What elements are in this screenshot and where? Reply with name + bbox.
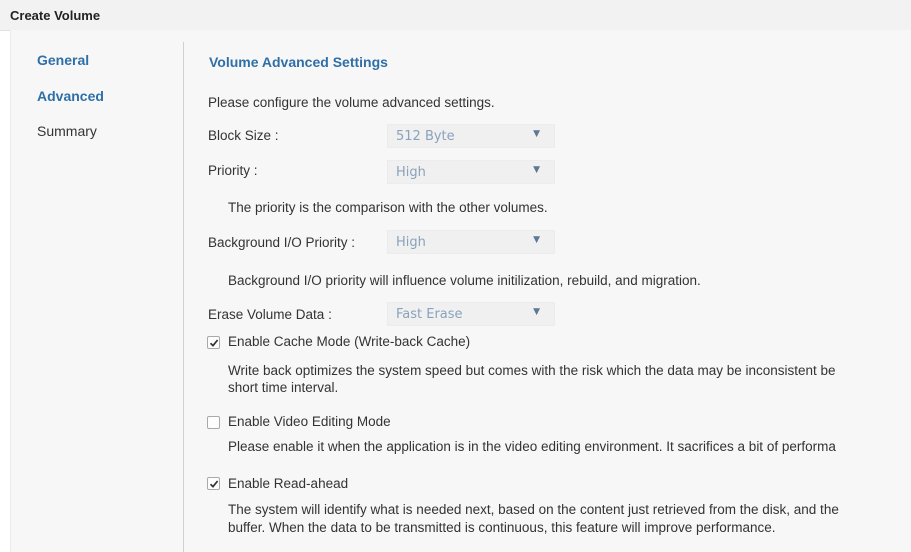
erase-label: Erase Volume Data : xyxy=(208,307,332,322)
video-mode-checkbox[interactable] xyxy=(207,416,220,429)
block-size-value: 512 Byte xyxy=(396,129,455,144)
nav-divider xyxy=(183,42,184,552)
erase-select[interactable]: Fast Erase ▼ xyxy=(387,302,555,326)
priority-value: High xyxy=(396,165,426,180)
block-size-label: Block Size : xyxy=(208,128,279,143)
checkmark-icon xyxy=(209,339,219,347)
section-heading: Volume Advanced Settings xyxy=(209,54,388,70)
bg-priority-value: High xyxy=(396,235,426,250)
wizard-panel: General Advanced Summary Volume Advanced… xyxy=(10,30,911,552)
bg-priority-label: Background I/O Priority : xyxy=(208,235,356,250)
priority-hint: The priority is the comparison with the … xyxy=(228,200,548,215)
dialog-title-bar: Create Volume xyxy=(0,0,911,31)
nav-item-summary[interactable]: Summary xyxy=(37,123,97,139)
priority-select[interactable]: High ▼ xyxy=(387,160,555,184)
chevron-down-icon: ▼ xyxy=(533,129,540,139)
read-ahead-desc-line1: The system will identify what is needed … xyxy=(228,502,839,517)
cache-mode-desc-line1: Write back optimizes the system speed bu… xyxy=(228,363,836,378)
erase-value: Fast Erase xyxy=(396,307,463,322)
bg-priority-select[interactable]: High ▼ xyxy=(387,230,555,254)
chevron-down-icon: ▼ xyxy=(533,307,540,317)
video-mode-label[interactable]: Enable Video Editing Mode xyxy=(228,414,391,429)
video-mode-desc: Please enable it when the application is… xyxy=(228,439,836,454)
read-ahead-checkbox[interactable] xyxy=(207,477,220,490)
cache-mode-checkbox[interactable] xyxy=(207,336,220,349)
cache-mode-desc-line2: short time interval. xyxy=(228,380,339,395)
priority-label: Priority : xyxy=(208,163,258,178)
block-size-select[interactable]: 512 Byte ▼ xyxy=(387,124,555,148)
nav-item-advanced[interactable]: Advanced xyxy=(37,88,104,104)
read-ahead-label[interactable]: Enable Read-ahead xyxy=(228,476,348,491)
dialog-title: Create Volume xyxy=(10,8,101,23)
chevron-down-icon: ▼ xyxy=(533,165,540,175)
cache-mode-label[interactable]: Enable Cache Mode (Write-back Cache) xyxy=(228,334,470,349)
chevron-down-icon: ▼ xyxy=(533,235,540,245)
intro-text: Please configure the volume advanced set… xyxy=(208,95,495,110)
nav-item-general[interactable]: General xyxy=(37,52,89,68)
bg-priority-hint: Background I/O priority will influence v… xyxy=(228,273,701,288)
read-ahead-desc-line2: buffer. When the data to be transmitted … xyxy=(228,520,776,535)
checkmark-icon xyxy=(209,480,219,488)
